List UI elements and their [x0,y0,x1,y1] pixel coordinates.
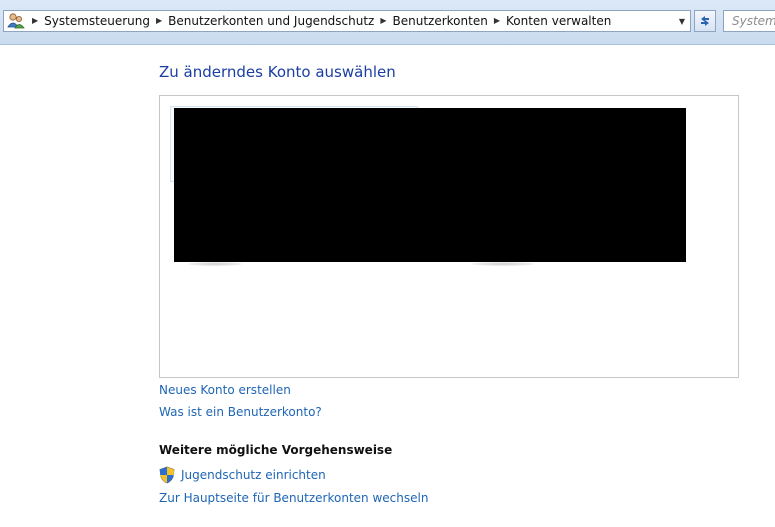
breadcrumb-separator-icon[interactable]: ▶ [32,11,38,31]
what-is-account-link[interactable]: Was ist ein Benutzerkonto? [159,405,322,419]
breadcrumb-benutzerkonten[interactable]: Benutzerkonten [393,11,488,31]
new-account-link[interactable]: Neues Konto erstellen [159,383,291,397]
breadcrumb-benutzerkonten-und-jugendschutz[interactable]: Benutzerkonten und Jugendschutz [168,11,374,31]
accounts-main-page-link[interactable]: Zur Hauptseite für Benutzerkonten wechse… [159,491,428,505]
breadcrumb-systemsteuerung[interactable]: Systemsteuerung [44,11,150,31]
breadcrumb-separator-icon[interactable]: ▶ [494,11,500,31]
parental-controls-link[interactable]: Jugendschutz einrichten [181,468,326,482]
address-bar[interactable]: ▶ Systemsteuerung ▶ Benutzerkonten und J… [3,10,691,32]
control-panel-users-icon [6,11,26,31]
account-tile-shadow [472,262,534,266]
redacted-accounts-area [174,108,686,262]
breadcrumb-separator-icon[interactable]: ▶ [380,11,386,31]
refresh-icon [701,16,709,26]
page-title: Zu änderndes Konto auswählen [159,63,396,81]
uac-shield-icon [159,466,175,484]
address-toolbar: ▶ Systemsteuerung ▶ Benutzerkonten und J… [0,0,775,45]
chevron-down-icon[interactable]: ▼ [674,11,690,31]
more-options-heading: Weitere mögliche Vorgehensweise [159,443,393,457]
refresh-button[interactable] [694,10,716,32]
account-tile-shadow [188,262,242,266]
breadcrumb-konten-verwalten[interactable]: Konten verwalten [506,11,611,31]
accounts-list [159,95,739,378]
breadcrumb-separator-icon[interactable]: ▶ [156,11,162,31]
search-input[interactable]: Systemsteuerung durchsuchen [723,10,775,32]
